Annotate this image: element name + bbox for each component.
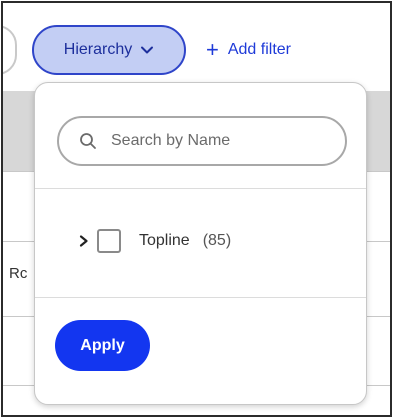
topline-checkbox[interactable]: [97, 229, 121, 253]
hierarchy-item-count: (85): [202, 232, 232, 249]
plus-icon: +: [206, 37, 219, 62]
search-icon: [79, 132, 97, 150]
hierarchy-chip-label: Hierarchy: [63, 41, 133, 58]
panel-divider: [35, 188, 366, 189]
chevron-down-icon: [140, 43, 154, 57]
add-filter-button[interactable]: + Add filter: [206, 37, 291, 63]
apply-button[interactable]: Apply: [55, 320, 150, 371]
hierarchy-item-topline[interactable]: Topline (85): [77, 229, 231, 253]
chevron-right-icon[interactable]: [77, 234, 91, 248]
hierarchy-item-label: Topline: [139, 232, 190, 249]
table-cell-text: Rc: [9, 265, 28, 282]
add-filter-label: Add filter: [227, 41, 291, 58]
hierarchy-filter-chip[interactable]: Hierarchy: [32, 25, 186, 75]
panel-divider: [35, 297, 366, 298]
previous-filter-chip[interactable]: [3, 25, 17, 75]
search-field[interactable]: [57, 116, 347, 166]
screenshot-frame: Rc Hierarchy + Add filter Search by Name…: [1, 1, 392, 417]
hierarchy-dropdown-panel: Topline (85) Apply: [34, 82, 367, 405]
search-input[interactable]: [111, 132, 311, 150]
